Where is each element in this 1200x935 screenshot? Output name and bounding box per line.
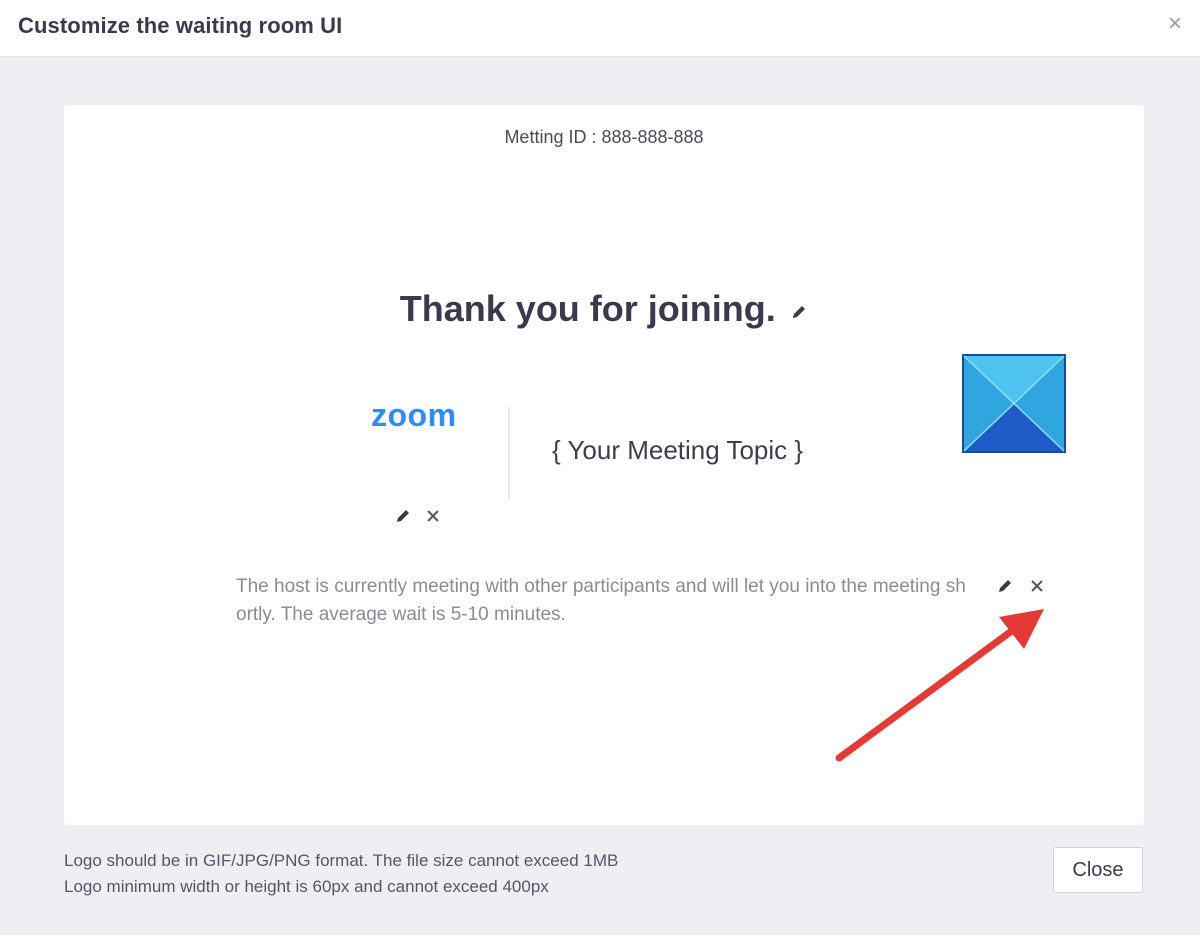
edit-description-pencil-icon[interactable] [996, 577, 1014, 595]
dialog-header: Customize the waiting room UI × [0, 0, 1200, 57]
meeting-id: Metting ID : 888-888-888 [504, 127, 704, 147]
logo-format-note: Logo should be in GIF/JPG/PNG format. Th… [64, 851, 619, 870]
logo-size-note: Logo minimum width or height is 60px and… [64, 877, 549, 896]
close-button[interactable]: Close [1053, 847, 1143, 893]
remove-logo-close-icon[interactable] [424, 507, 442, 525]
edit-title-pencil-icon[interactable] [790, 303, 808, 321]
meeting-topic: { Your Meeting Topic } [552, 435, 804, 465]
welcome-row: Thank you for joining. [64, 288, 1144, 330]
welcome-title: Thank you for joining. [399, 288, 776, 329]
logo-divider [508, 407, 510, 499]
waiting-room-dialog: Customize the waiting room UI × Metting … [0, 0, 1200, 935]
edit-logo-pencil-icon[interactable] [394, 507, 412, 525]
logo-actions [394, 507, 450, 529]
zoom-logo: zoom [371, 397, 457, 433]
dialog-close-icon[interactable]: × [1164, 12, 1186, 36]
description-actions [996, 577, 1056, 599]
windows-logo-image [962, 354, 1066, 453]
logo-requirements-note: Logo should be in GIF/JPG/PNG format. Th… [64, 848, 618, 900]
waiting-room-preview: Metting ID : 888-888-888 Thank you for j… [64, 105, 1144, 825]
annotation-arrow-icon [835, 609, 1044, 762]
remove-description-close-icon[interactable] [1028, 577, 1046, 595]
dialog-title: Customize the waiting room UI [18, 13, 343, 38]
